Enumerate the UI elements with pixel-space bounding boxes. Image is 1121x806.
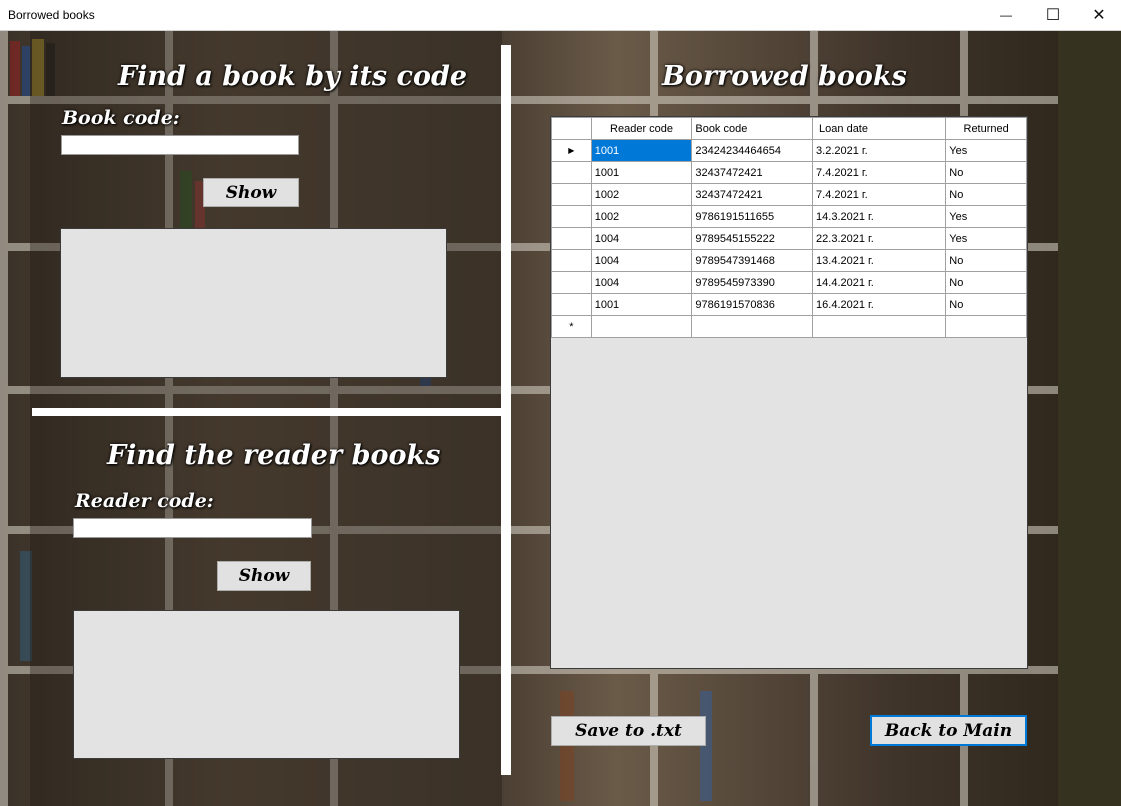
borrowed-books-table: Reader code Book code Loan date Returned… (551, 117, 1027, 338)
close-icon: ✕ (1092, 7, 1106, 24)
cell-loan-date[interactable]: 14.4.2021 г. (812, 271, 947, 294)
minimize-button[interactable]: — (983, 0, 1029, 30)
borrowed-books-grid[interactable]: Reader code Book code Loan date Returned… (550, 116, 1028, 669)
cell-book-code[interactable]: 23424234464654 (691, 139, 814, 162)
show-reader-button[interactable]: Show (217, 561, 311, 591)
form-client-area: Find a book by its code Book code: Show … (0, 31, 1121, 806)
row-header[interactable] (551, 161, 592, 184)
row-header[interactable] (551, 249, 592, 272)
reader-code-label: Reader code: (75, 490, 214, 512)
cell-returned[interactable]: No (945, 271, 1027, 294)
table-row[interactable]: 1004 9789545973390 14.4.2021 г. No (551, 271, 1027, 294)
cell-book-code[interactable]: 32437472421 (691, 183, 814, 206)
cell-reader-code[interactable]: 1001 (590, 293, 693, 316)
table-row[interactable]: 1004 9789547391468 13.4.2021 г. No (551, 249, 1027, 272)
find-by-code-heading: Find a book by its code (118, 61, 468, 92)
save-to-txt-button-label: Save to .txt (575, 721, 682, 741)
table-row[interactable]: 1004 9789545155222 22.3.2021 г. Yes (551, 227, 1027, 250)
cell-loan-date[interactable]: 16.4.2021 г. (812, 293, 947, 316)
cell-returned[interactable]: Yes (945, 139, 1027, 162)
cell-returned[interactable] (945, 315, 1027, 338)
minimize-icon: — (1000, 8, 1012, 22)
show-book-button[interactable]: Show (203, 178, 299, 207)
current-row-indicator-icon[interactable]: ▶ (551, 139, 592, 162)
table-row[interactable]: 1001 32437472421 7.4.2021 г. No (551, 161, 1027, 184)
back-to-main-button[interactable]: Back to Main (870, 715, 1027, 746)
row-header[interactable] (551, 271, 592, 294)
cell-book-code[interactable]: 9786191511655 (691, 205, 814, 228)
cell-reader-code[interactable]: 1001 (590, 139, 693, 162)
cell-reader-code[interactable]: 1002 (590, 183, 693, 206)
show-book-button-label: Show (225, 182, 277, 203)
cell-returned[interactable]: No (945, 183, 1027, 206)
table-header-row: Reader code Book code Loan date Returned (551, 117, 1027, 140)
table-row[interactable]: ▶ 1001 23424234464654 3.2.2021 г. Yes (551, 139, 1027, 162)
cell-loan-date[interactable]: 7.4.2021 г. (812, 183, 947, 206)
show-reader-button-label: Show (238, 566, 290, 586)
new-row[interactable]: * (551, 315, 1027, 338)
reader-result-list[interactable] (73, 610, 460, 759)
row-header[interactable] (551, 293, 592, 316)
vertical-divider (501, 45, 511, 775)
section-divider (32, 408, 502, 416)
cell-book-code[interactable]: 9789547391468 (691, 249, 814, 272)
window-title: Borrowed books (8, 8, 95, 22)
book-result-list[interactable] (60, 228, 447, 378)
cell-reader-code[interactable]: 1002 (590, 205, 693, 228)
cell-loan-date[interactable] (812, 315, 947, 338)
cell-loan-date[interactable]: 7.4.2021 г. (812, 161, 947, 184)
row-header-corner (551, 117, 592, 140)
column-header-returned[interactable]: Returned (945, 117, 1027, 140)
back-to-main-button-label: Back to Main (884, 720, 1013, 741)
row-header[interactable] (551, 183, 592, 206)
find-reader-heading: Find the reader books (107, 440, 441, 471)
cell-reader-code[interactable]: 1004 (590, 249, 693, 272)
cell-returned[interactable]: No (945, 293, 1027, 316)
reader-code-input[interactable] (73, 518, 312, 538)
cell-book-code[interactable]: 9786191570836 (691, 293, 814, 316)
row-header[interactable] (551, 205, 592, 228)
close-button[interactable]: ✕ (1076, 0, 1121, 30)
book-code-input[interactable] (61, 135, 299, 155)
book-code-label: Book code: (62, 107, 180, 129)
borrowed-books-heading: Borrowed books (662, 61, 907, 92)
cell-book-code[interactable]: 9789545973390 (691, 271, 814, 294)
save-to-txt-button[interactable]: Save to .txt (551, 716, 706, 746)
cell-reader-code[interactable]: 1001 (590, 161, 693, 184)
column-header-reader-code[interactable]: Reader code (590, 117, 693, 140)
cell-loan-date[interactable]: 13.4.2021 г. (812, 249, 947, 272)
cell-loan-date[interactable]: 3.2.2021 г. (812, 139, 947, 162)
cell-loan-date[interactable]: 22.3.2021 г. (812, 227, 947, 250)
cell-loan-date[interactable]: 14.3.2021 г. (812, 205, 947, 228)
column-header-book-code[interactable]: Book code (691, 117, 814, 140)
cell-book-code[interactable]: 9789545155222 (691, 227, 814, 250)
table-row[interactable]: 1001 9786191570836 16.4.2021 г. No (551, 293, 1027, 316)
cell-returned[interactable]: No (945, 161, 1027, 184)
cell-reader-code[interactable]: 1004 (590, 271, 693, 294)
column-header-loan-date[interactable]: Loan date (812, 117, 947, 140)
row-header[interactable] (551, 227, 592, 250)
table-row[interactable]: 1002 9786191511655 14.3.2021 г. Yes (551, 205, 1027, 228)
title-bar: Borrowed books — ☐ ✕ (0, 0, 1121, 31)
table-row[interactable]: 1002 32437472421 7.4.2021 г. No (551, 183, 1027, 206)
cell-returned[interactable]: Yes (945, 227, 1027, 250)
new-row-icon[interactable]: * (551, 315, 592, 338)
cell-reader-code[interactable] (590, 315, 693, 338)
side-shadow (1058, 31, 1121, 806)
cell-reader-code[interactable]: 1004 (590, 227, 693, 250)
cell-book-code[interactable]: 32437472421 (691, 161, 814, 184)
cell-book-code[interactable] (691, 315, 814, 338)
maximize-button[interactable]: ☐ (1030, 0, 1076, 30)
cell-returned[interactable]: No (945, 249, 1027, 272)
maximize-icon: ☐ (1045, 7, 1061, 24)
cell-returned[interactable]: Yes (945, 205, 1027, 228)
